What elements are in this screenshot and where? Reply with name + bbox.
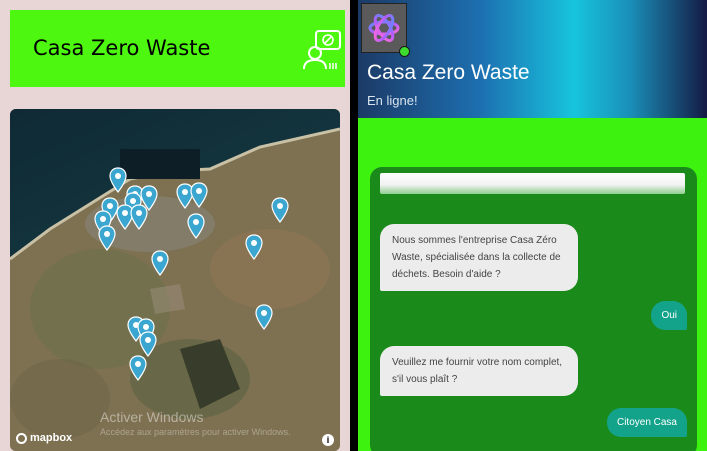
chat-header: Casa Zero Waste En ligne! (358, 0, 707, 118)
mapbox-logo[interactable]: mapbox (16, 432, 72, 444)
windows-activation-watermark: Activer Windows (100, 409, 204, 425)
map-pin-icon[interactable] (109, 167, 127, 193)
info-icon[interactable]: i (322, 434, 334, 446)
support-agent-icon[interactable] (302, 29, 342, 71)
map-pin-icon[interactable] (255, 304, 273, 330)
bot-name: Casa Zero Waste (367, 61, 530, 84)
map-pin-icon[interactable] (271, 197, 289, 223)
map-pin-icon[interactable] (187, 213, 205, 239)
left-app-screen: Casa Zero Waste Activer Windows Accédez … (0, 0, 350, 451)
map-pin-icon[interactable] (129, 355, 147, 381)
windows-activation-subtitle: Accédez aux paramètres pour activer Wind… (100, 427, 291, 437)
online-status-dot (399, 46, 410, 57)
app-title: Casa Zero Waste (33, 36, 211, 60)
online-status-text: En ligne! (367, 93, 418, 108)
chat-top-bar (380, 173, 685, 194)
map-pin-icon[interactable] (130, 204, 148, 230)
app-header: Casa Zero Waste (10, 10, 345, 87)
mapbox-logo-text: mapbox (30, 432, 73, 444)
map-pin-icon[interactable] (245, 234, 263, 260)
mapbox-logo-icon (16, 432, 27, 444)
user-message: Oui (651, 301, 687, 330)
map-pin-icon[interactable] (190, 182, 208, 208)
map-pin-icon[interactable] (139, 331, 157, 357)
bot-message: Nous sommes l'entreprise Casa Zéro Waste… (380, 224, 578, 291)
chatbot-screen: Casa Zero Waste En ligne! Nous sommes l'… (358, 0, 707, 451)
openai-logo-icon (368, 14, 400, 42)
map-pin-icon[interactable] (151, 250, 169, 276)
map-pin-icon[interactable] (98, 225, 116, 251)
bot-message: Veuillez me fournir votre nom complet, s… (380, 346, 578, 396)
user-message: Citoyen Casa (606, 408, 687, 437)
satellite-map[interactable]: Activer Windows Accédez aux paramètres p… (10, 109, 340, 451)
chat-messages-panel[interactable]: Nous sommes l'entreprise Casa Zéro Waste… (370, 167, 697, 451)
bot-avatar[interactable] (361, 3, 410, 57)
map-terrain (10, 109, 340, 451)
